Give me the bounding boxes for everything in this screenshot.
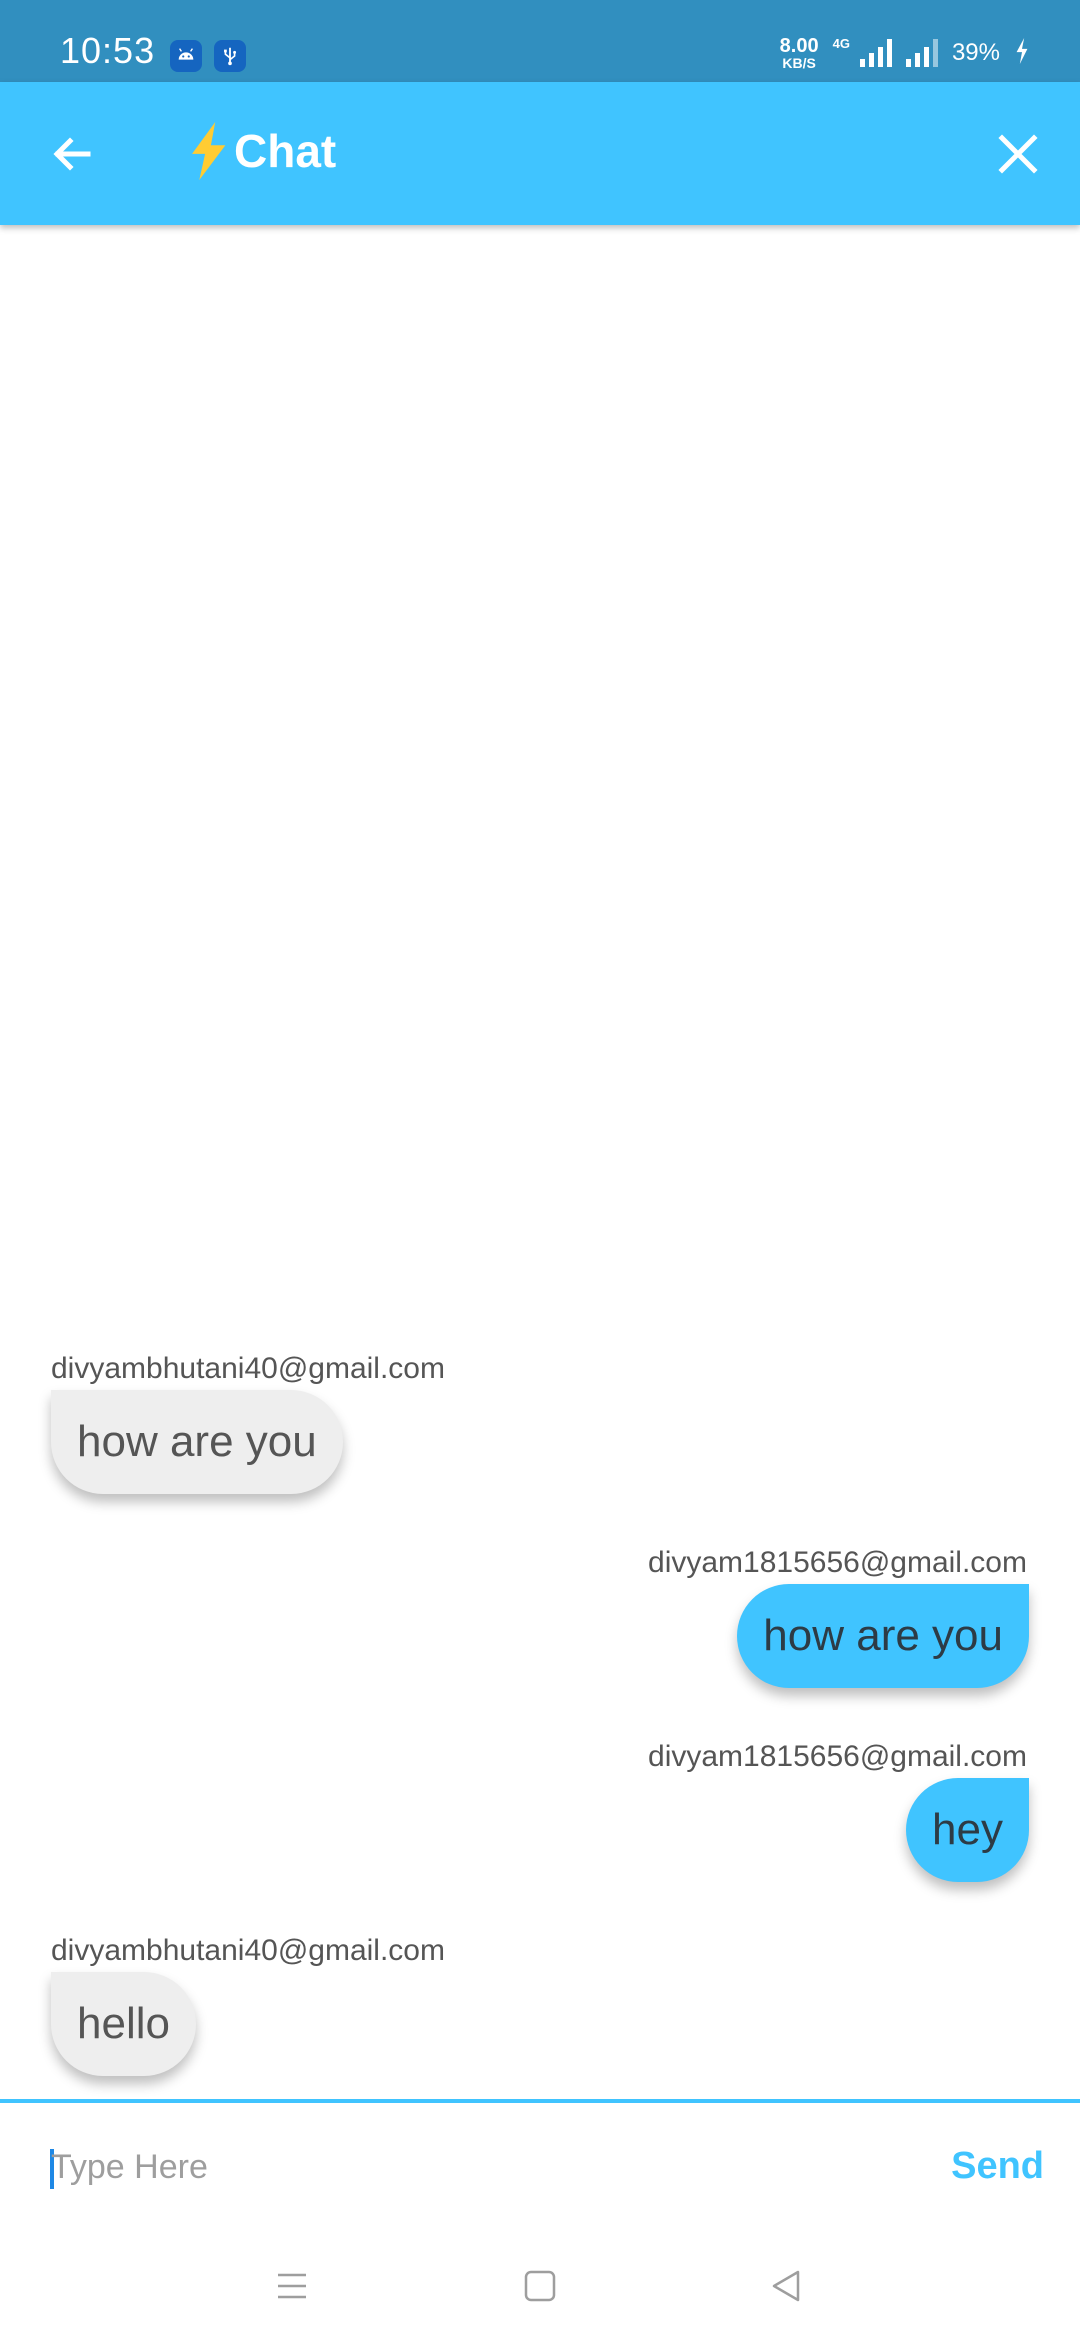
signal-strength-2-icon: [905, 39, 938, 67]
message-text: hey: [932, 1805, 1003, 1854]
menu-icon[interactable]: [262, 2256, 322, 2316]
lightning-icon: [192, 122, 226, 180]
message-text: hello: [77, 1999, 170, 2048]
back-triangle-icon[interactable]: [756, 2256, 816, 2316]
signal-strength-icon: [859, 39, 892, 67]
usb-icon: [214, 40, 246, 72]
chat-screen: 10:53 8.00 KB/S 4G 39% Chat divyambhutan…: [0, 0, 1080, 2340]
page-title: Chat: [186, 122, 336, 180]
message-sender: divyambhutani40@gmail.com: [51, 1352, 445, 1385]
battery-level: 39%: [951, 39, 1000, 66]
message-text: how are you: [77, 1417, 317, 1466]
send-button[interactable]: Send: [951, 2145, 1044, 2188]
network-speed-unit: KB/S: [782, 55, 816, 71]
network-speed-value: 8.00: [779, 35, 819, 57]
message-sender: divyambhutani40@gmail.com: [51, 1934, 445, 1967]
app-bar: Chat: [0, 82, 1080, 225]
message-bubble-incoming[interactable]: hello: [51, 1972, 196, 2076]
status-time: 10:53: [60, 30, 156, 71]
network-speed: 8.00 KB/S: [780, 36, 819, 70]
arrow-left-icon[interactable]: [48, 130, 96, 178]
network-type: 4G: [832, 36, 850, 51]
status-bar: 10:53 8.00 KB/S 4G 39%: [0, 0, 1080, 82]
charging-icon: [1014, 37, 1030, 69]
close-icon[interactable]: [996, 132, 1040, 176]
page-title-text: Chat: [234, 125, 337, 177]
message-bubble-outgoing[interactable]: how are you: [737, 1584, 1029, 1688]
home-square-icon[interactable]: [510, 2256, 570, 2316]
message-sender: divyam1815656@gmail.com: [648, 1740, 1027, 1773]
message-sender: divyam1815656@gmail.com: [648, 1546, 1027, 1579]
android-debug-icon: [170, 40, 202, 72]
status-indicators: 8.00 KB/S 4G 39%: [780, 36, 1030, 70]
message-bubble-outgoing[interactable]: hey: [906, 1778, 1029, 1882]
message-bubble-incoming[interactable]: how are you: [51, 1390, 343, 1494]
system-nav-bar: [0, 2228, 1080, 2340]
message-input[interactable]: [51, 2127, 891, 2207]
message-text: how are you: [763, 1611, 1003, 1660]
message-composer: Send: [0, 2103, 1080, 2228]
